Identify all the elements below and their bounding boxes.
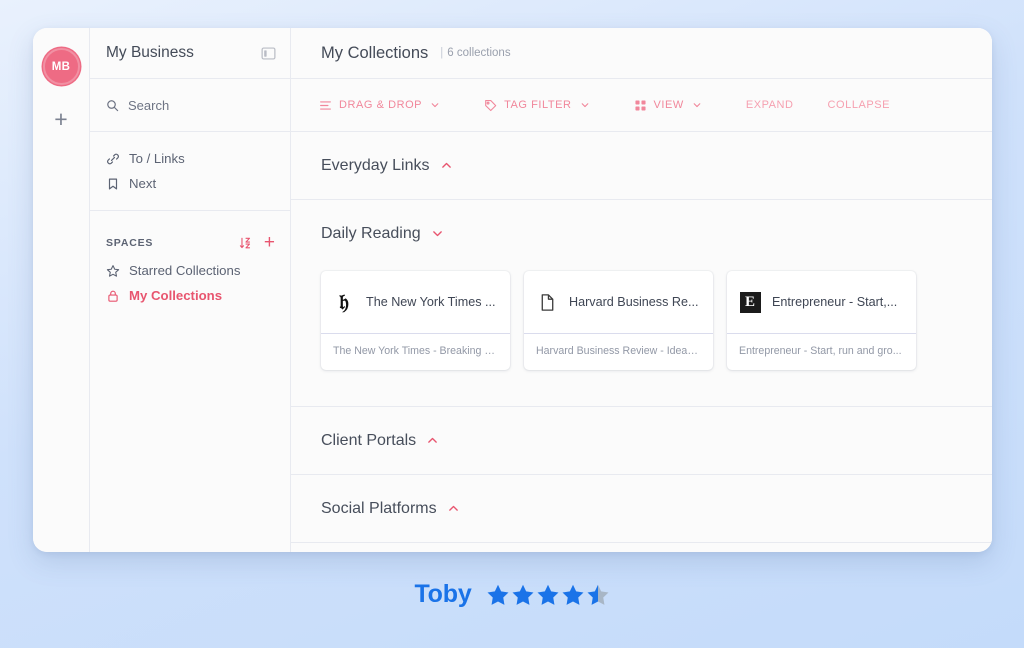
brand-name: Toby xyxy=(414,580,472,608)
bookmark-card-top[interactable]: 𝔥 The New York Times ... xyxy=(321,271,510,333)
tag-filter-button[interactable]: TAG FILTER xyxy=(484,99,589,112)
star-icon xyxy=(537,584,559,605)
sidebar-item-label: Next xyxy=(129,176,157,191)
chevron-up-icon[interactable] xyxy=(426,434,439,447)
collections-list: Everyday Links Daily Reading 𝔥 The New Y… xyxy=(291,132,992,552)
collection-header[interactable]: Client Portals xyxy=(321,407,962,474)
card-divider xyxy=(321,333,510,334)
bookmark-subtitle[interactable]: Harvard Business Review - Ideas ... xyxy=(524,334,713,370)
toolbar-button-label: VIEW xyxy=(653,99,684,111)
star-icon xyxy=(562,584,584,605)
toolbar-button-label: DRAG & DROP xyxy=(339,99,423,111)
sidebar-item-my-collections[interactable]: My Collections xyxy=(90,283,290,308)
bookmark-title: The New York Times ... xyxy=(366,295,496,309)
collection-social-platforms: Social Platforms xyxy=(291,475,992,543)
grid-icon xyxy=(634,99,647,112)
panel-toggle-icon[interactable] xyxy=(261,46,276,61)
left-rail: MB + xyxy=(33,28,90,552)
search-row[interactable] xyxy=(90,79,290,132)
workspace-title: My Business xyxy=(106,44,194,61)
sidebar-item-starred-collections[interactable]: Starred Collections xyxy=(90,258,290,283)
card-divider xyxy=(727,333,916,334)
link-icon xyxy=(106,152,120,166)
star-icon xyxy=(512,584,534,605)
chevron-down-icon xyxy=(692,100,702,110)
toolbar: DRAG & DROP TAG FILTER VIEW EXPAND COLLA… xyxy=(291,79,992,132)
collection-client-portals: Client Portals xyxy=(291,407,992,475)
list-lines-icon xyxy=(319,99,332,112)
collection-count: | 6 collections xyxy=(440,47,510,59)
bookmark-card[interactable]: E Entrepreneur - Start,... Entrepreneur … xyxy=(727,271,916,370)
bookmark-card[interactable]: 𝔥 The New York Times ... The New York Ti… xyxy=(321,271,510,370)
search-input[interactable] xyxy=(128,97,258,113)
sidebar-item-label: Starred Collections xyxy=(129,263,241,278)
toolbar-button-label: TAG FILTER xyxy=(504,99,572,111)
spaces-heading: SPACES xyxy=(106,236,154,249)
view-button[interactable]: VIEW xyxy=(634,99,702,112)
star-icon xyxy=(106,264,120,278)
app-window: MB + My Business Search To / Links Next … xyxy=(33,28,992,552)
chevron-up-icon[interactable] xyxy=(447,502,460,515)
sidebar-quick-links: To / Links Next xyxy=(90,132,290,211)
bookmark-card-top[interactable]: Harvard Business Re... xyxy=(524,271,713,333)
count-value: 6 collections xyxy=(447,47,511,59)
tag-icon xyxy=(484,99,497,112)
chevron-down-icon xyxy=(430,100,440,110)
bookmark-subtitle[interactable]: The New York Times - Breaking N... xyxy=(321,334,510,370)
collection-name: Client Portals xyxy=(321,431,417,449)
sidebar-item-label: To / Links xyxy=(129,151,185,166)
sidebar: My Business Search To / Links Next SPACE… xyxy=(90,28,291,552)
sidebar-header: My Business xyxy=(90,28,290,79)
collection-everyday-links: Everyday Links xyxy=(291,132,992,200)
sort-alpha-down-icon[interactable] xyxy=(239,236,253,250)
collection-daily-reading: Daily Reading 𝔥 The New York Times ... T… xyxy=(291,200,992,407)
add-space-icon[interactable]: + xyxy=(264,233,275,252)
bookmark-card-list: 𝔥 The New York Times ... The New York Ti… xyxy=(321,267,962,406)
sidebar-item-label: My Collections xyxy=(129,288,223,303)
search-icon xyxy=(106,99,119,112)
entrepreneur-icon: E xyxy=(739,291,761,313)
count-separator: | xyxy=(440,47,444,59)
bookmark-card-top[interactable]: E Entrepreneur - Start,... xyxy=(727,271,916,333)
sidebar-spaces-section: SPACES + Starred Collections My Collecti… xyxy=(90,211,290,308)
document-icon xyxy=(536,291,558,313)
drag-and-drop-button[interactable]: DRAG & DROP xyxy=(319,99,440,112)
main-header: My Collections | 6 collections xyxy=(291,28,992,79)
sidebar-item-to-links[interactable]: To / Links xyxy=(90,146,290,171)
spaces-header: SPACES + xyxy=(90,211,290,258)
footer: Toby xyxy=(0,580,1024,609)
page-title: My Collections xyxy=(321,43,429,62)
collection-name: Everyday Links xyxy=(321,156,430,174)
nyt-icon: 𝔥 xyxy=(339,289,349,314)
bookmark-subtitle[interactable]: Entrepreneur - Start, run and gro... xyxy=(727,334,916,370)
collapse-button[interactable]: COLLAPSE xyxy=(828,99,890,111)
bookmark-icon xyxy=(106,177,120,191)
avatar[interactable]: MB xyxy=(42,48,80,85)
lock-icon xyxy=(106,289,120,303)
chevron-down-icon xyxy=(580,100,590,110)
collection-header[interactable]: Everyday Links xyxy=(321,132,962,199)
add-workspace-button[interactable]: + xyxy=(48,106,74,132)
star-icon xyxy=(487,584,509,605)
bookmark-title: Entrepreneur - Start,... xyxy=(772,295,898,309)
collection-name: Social Platforms xyxy=(321,499,437,517)
expand-button[interactable]: EXPAND xyxy=(746,99,794,111)
card-divider xyxy=(524,333,713,334)
sidebar-item-next[interactable]: Next xyxy=(90,171,290,196)
collection-header[interactable]: Social Platforms xyxy=(321,475,962,542)
rating-stars xyxy=(486,583,610,607)
bookmark-card[interactable]: Harvard Business Re... Harvard Business … xyxy=(524,271,713,370)
bookmark-title: Harvard Business Re... xyxy=(569,295,699,309)
collection-name: Daily Reading xyxy=(321,224,421,242)
chevron-down-icon[interactable] xyxy=(431,227,444,240)
chevron-up-icon[interactable] xyxy=(440,159,453,172)
main-panel: My Collections | 6 collections DRAG & DRO… xyxy=(291,28,992,552)
collection-header[interactable]: Daily Reading xyxy=(321,200,962,267)
star-icon xyxy=(587,584,609,605)
